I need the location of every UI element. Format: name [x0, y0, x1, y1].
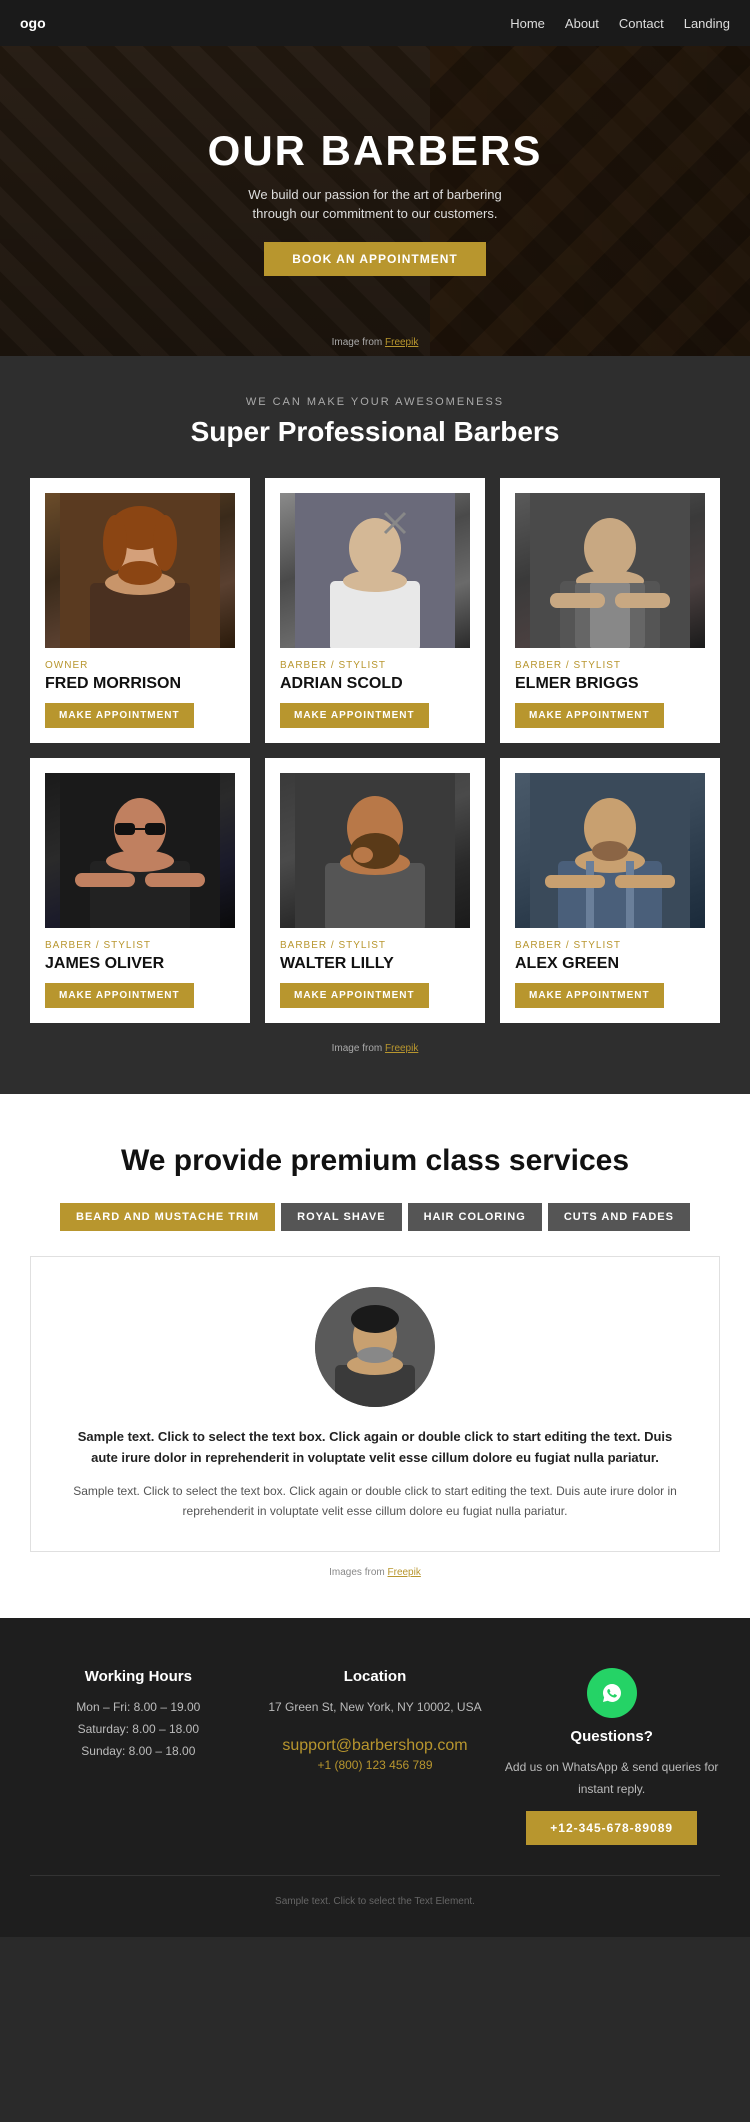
- appt-btn-6[interactable]: MAKE APPOINTMENT: [515, 983, 664, 1008]
- barbers-subtitle: WE CAN MAKE YOUR AWESOMENESS: [30, 396, 720, 408]
- barber-photo-6: [515, 773, 705, 928]
- barbers-credit: Image from Freepik: [30, 1043, 720, 1054]
- footer-phone: +1 (800) 123 456 789: [267, 1755, 484, 1777]
- barber-photo-4: [45, 773, 235, 928]
- services-section: We provide premium class services BEARD …: [0, 1094, 750, 1618]
- barbers-grid: OWNER FRED MORRISON MAKE APPOINTMENT BAR…: [30, 478, 720, 1023]
- barber-card-2: BARBER / STYLIST ADRIAN SCOLD MAKE APPOI…: [265, 478, 485, 743]
- service-image: [315, 1287, 435, 1407]
- footer-location: Location 17 Green St, New York, NY 10002…: [267, 1668, 484, 1844]
- nav-home[interactable]: Home: [510, 16, 545, 31]
- barber-name-5: WALTER LILLY: [280, 955, 470, 973]
- barber-role-5: BARBER / STYLIST: [280, 940, 470, 951]
- barber-name-3: ELMER BRIGGS: [515, 675, 705, 693]
- barber-name-1: FRED MORRISON: [45, 675, 235, 693]
- appt-btn-3[interactable]: MAKE APPOINTMENT: [515, 703, 664, 728]
- footer-bottom: Sample text. Click to select the Text El…: [30, 1875, 720, 1907]
- service-content: Sample text. Click to select the text bo…: [30, 1256, 720, 1552]
- tab-cuts-fades[interactable]: CUTS AND FADES: [548, 1203, 690, 1231]
- nav-links: Home About Contact Landing: [510, 16, 730, 31]
- logo: ogo: [20, 15, 46, 31]
- nav-landing[interactable]: Landing: [684, 16, 730, 31]
- services-title: We provide premium class services: [30, 1144, 720, 1178]
- barber-role-6: BARBER / STYLIST: [515, 940, 705, 951]
- tab-royal-shave[interactable]: ROYAL SHAVE: [281, 1203, 401, 1231]
- nav-about[interactable]: About: [565, 16, 599, 31]
- barber-role-1: OWNER: [45, 660, 235, 671]
- service-text-normal: Sample text. Click to select the text bo…: [71, 1481, 679, 1522]
- whatsapp-icon[interactable]: [587, 1668, 637, 1718]
- footer-hours: Working Hours Mon – Fri: 8.00 – 19.00 Sa…: [30, 1668, 247, 1844]
- barber-role-2: BARBER / STYLIST: [280, 660, 470, 671]
- barber-name-4: JAMES OLIVER: [45, 955, 235, 973]
- footer-location-title: Location: [267, 1668, 484, 1685]
- footer: Working Hours Mon – Fri: 8.00 – 19.00 Sa…: [0, 1618, 750, 1936]
- footer-hours-sunday: Sunday: 8.00 – 18.00: [30, 1741, 247, 1763]
- footer-whatsapp: Questions? Add us on WhatsApp & send que…: [503, 1668, 720, 1844]
- appt-btn-2[interactable]: MAKE APPOINTMENT: [280, 703, 429, 728]
- barber-card-3: BARBER / STYLIST ELMER BRIGGS MAKE APPOI…: [500, 478, 720, 743]
- service-text-bold: Sample text. Click to select the text bo…: [71, 1427, 679, 1469]
- barber-role-4: BARBER / STYLIST: [45, 940, 235, 951]
- footer-bottom-text: Sample text. Click to select the Text El…: [275, 1896, 475, 1907]
- footer-questions-title: Questions?: [503, 1728, 720, 1745]
- barber-name-2: ADRIAN SCOLD: [280, 675, 470, 693]
- book-appointment-button[interactable]: BOOK AN APPOINTMENT: [264, 242, 485, 276]
- hero-title: OUR BARBERS: [208, 127, 543, 175]
- barber-card-4: BARBER / STYLIST JAMES OLIVER MAKE APPOI…: [30, 758, 250, 1023]
- footer-hours-weekday: Mon – Fri: 8.00 – 19.00: [30, 1697, 247, 1719]
- appt-btn-1[interactable]: MAKE APPOINTMENT: [45, 703, 194, 728]
- services-tabs: BEARD AND MUSTACHE TRIM ROYAL SHAVE HAIR…: [30, 1203, 720, 1231]
- barber-name-6: ALEX GREEN: [515, 955, 705, 973]
- hero-subtitle: We build our passion for the art of barb…: [225, 185, 525, 224]
- appt-btn-5[interactable]: MAKE APPOINTMENT: [280, 983, 429, 1008]
- footer-questions-text: Add us on WhatsApp & send queries for in…: [503, 1757, 720, 1800]
- footer-cta-button[interactable]: +12-345-678-89089: [526, 1811, 697, 1845]
- footer-grid: Working Hours Mon – Fri: 8.00 – 19.00 Sa…: [30, 1668, 720, 1844]
- barber-photo-2: [280, 493, 470, 648]
- footer-hours-saturday: Saturday: 8.00 – 18.00: [30, 1719, 247, 1741]
- footer-email[interactable]: support@barbershop.com: [282, 1737, 467, 1754]
- tab-beard-trim[interactable]: BEARD AND MUSTACHE TRIM: [60, 1203, 275, 1231]
- hero-credit: Image from Freepik: [332, 337, 419, 348]
- barber-photo-5: [280, 773, 470, 928]
- barber-card-1: OWNER FRED MORRISON MAKE APPOINTMENT: [30, 478, 250, 743]
- barber-photo-1: [45, 493, 235, 648]
- navbar: ogo Home About Contact Landing: [0, 0, 750, 46]
- nav-contact[interactable]: Contact: [619, 16, 664, 31]
- appt-btn-4[interactable]: MAKE APPOINTMENT: [45, 983, 194, 1008]
- hero-section: OUR BARBERS We build our passion for the…: [0, 46, 750, 356]
- barbers-title: Super Professional Barbers: [30, 416, 720, 448]
- barber-card-6: BARBER / STYLIST ALEX GREEN MAKE APPOINT…: [500, 758, 720, 1023]
- barber-card-5: BARBER / STYLIST WALTER LILLY MAKE APPOI…: [265, 758, 485, 1023]
- services-credit: Images from Freepik: [30, 1567, 720, 1578]
- tab-hair-coloring[interactable]: HAIR COLORING: [408, 1203, 542, 1231]
- footer-hours-title: Working Hours: [30, 1668, 247, 1685]
- barbers-section: WE CAN MAKE YOUR AWESOMENESS Super Profe…: [0, 356, 750, 1094]
- barber-role-3: BARBER / STYLIST: [515, 660, 705, 671]
- footer-address: 17 Green St, New York, NY 10002, USA: [267, 1697, 484, 1719]
- barber-photo-3: [515, 493, 705, 648]
